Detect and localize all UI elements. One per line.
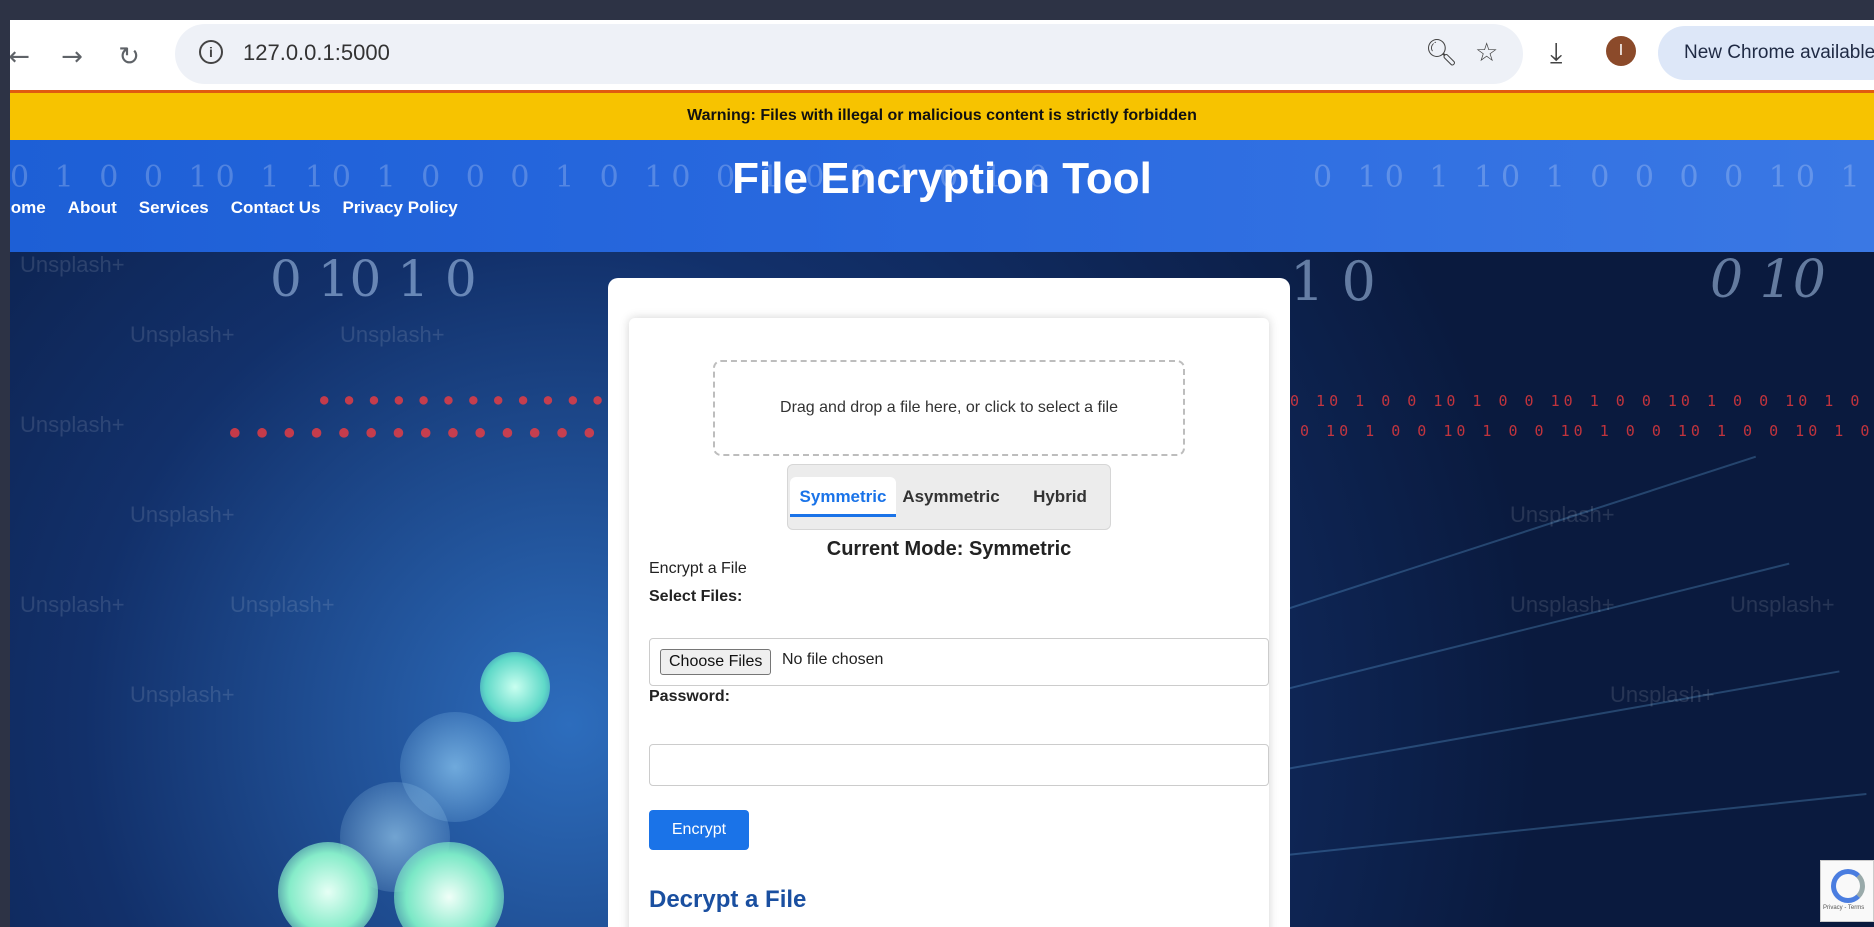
watermark: Unsplash+ <box>230 592 335 617</box>
watermark: Unsplash+ <box>1510 502 1615 527</box>
form-card: Drag and drop a file here, or click to s… <box>608 278 1290 927</box>
nav-contact[interactable]: Contact Us <box>231 198 321 218</box>
watermark: Unsplash+ <box>20 412 125 437</box>
bokeh-light <box>480 652 550 722</box>
select-files-label: Select Files: <box>649 588 743 605</box>
profile-avatar[interactable]: I <box>1606 36 1636 66</box>
recaptcha-text: Privacy - Terms <box>1823 905 1865 911</box>
password-label: Password: <box>649 688 730 705</box>
nav-home[interactable]: lome <box>10 198 46 218</box>
site-info-icon[interactable]: i <box>199 40 223 64</box>
watermark: Unsplash+ <box>1730 592 1835 617</box>
mode-selector: Symmetric Asymmetric Hybrid <box>787 464 1111 530</box>
watermark: Unsplash+ <box>1510 592 1615 617</box>
reload-icon[interactable]: ↻ <box>114 42 144 72</box>
main-nav: lome About Services Contact Us Privacy P… <box>10 198 458 218</box>
watermark: Unsplash+ <box>20 592 125 617</box>
recaptcha-badge[interactable]: Privacy - Terms <box>1820 860 1874 922</box>
tab-symmetric[interactable]: Symmetric <box>790 477 896 517</box>
zoom-icon[interactable]: 🔍︎ <box>1425 38 1458 68</box>
watermark: Unsplash+ <box>1610 682 1715 707</box>
red-binary-dots: 0 10 1 0 0 10 1 0 0 10 1 0 0 10 1 0 0 10… <box>1300 422 1874 440</box>
browser-window: ← → ↻ i 127.0.0.1:5000 🔍︎ ☆ ⤓ I New Chro… <box>10 20 1874 927</box>
nav-privacy[interactable]: Privacy Policy <box>342 198 457 218</box>
encrypt-button[interactable]: Encrypt <box>649 810 749 850</box>
tab-hybrid[interactable]: Hybrid <box>1012 477 1108 517</box>
file-input[interactable]: Choose Files No file chosen <box>649 638 1269 686</box>
browser-toolbar: ← → ↻ i 127.0.0.1:5000 🔍︎ ☆ ⤓ I New Chro… <box>10 20 1874 90</box>
watermark: Unsplash+ <box>130 682 235 707</box>
binary-decoration: 0 10 1 0 <box>270 252 477 308</box>
watermark: Unsplash+ <box>130 502 235 527</box>
watermark: Unsplash+ <box>340 322 445 347</box>
choose-files-button[interactable]: Choose Files <box>660 649 772 675</box>
warning-banner: Warning: Files with illegal or malicious… <box>10 90 1874 140</box>
url-text[interactable]: 127.0.0.1:5000 <box>243 40 390 66</box>
forward-arrow-icon[interactable]: → <box>57 42 87 72</box>
watermark: Unsplash+ <box>130 322 235 347</box>
back-arrow-icon[interactable]: ← <box>10 42 34 72</box>
circuit-line <box>1209 793 1867 864</box>
decrypt-section-heading: Decrypt a File <box>649 886 807 913</box>
download-icon[interactable]: ⤓ <box>1550 36 1562 70</box>
tab-asymmetric[interactable]: Asymmetric <box>896 477 1006 517</box>
red-binary-dots: 0 10 1 0 0 10 1 0 0 10 1 0 0 10 1 0 0 10… <box>1290 392 1864 410</box>
address-bar[interactable]: i 127.0.0.1:5000 🔍︎ ☆ <box>175 24 1523 84</box>
nav-services[interactable]: Services <box>139 198 209 218</box>
file-status-text: No file chosen <box>782 651 884 668</box>
chrome-update-button[interactable]: New Chrome available <box>1658 26 1874 80</box>
bookmark-star-icon[interactable]: ☆ <box>1475 38 1498 68</box>
page-title: File Encryption Tool <box>732 154 1152 203</box>
watermark: Unsplash+ <box>20 252 125 277</box>
recaptcha-icon <box>1831 869 1865 903</box>
current-mode-label: Current Mode: Symmetric <box>826 538 1072 560</box>
binary-decoration: 1 0 <box>1290 252 1376 313</box>
form-panel: Drag and drop a file here, or click to s… <box>629 318 1269 927</box>
encrypt-section-heading: Encrypt a File <box>649 560 747 577</box>
binary-decoration: 0 10 <box>1710 252 1826 310</box>
password-input[interactable] <box>649 744 1269 786</box>
file-dropzone[interactable]: Drag and drop a file here, or click to s… <box>713 360 1185 456</box>
site-header: 0 1 0 0 10 1 10 1 0 0 0 1 0 10 0 1 0 0 1… <box>10 140 1874 252</box>
nav-about[interactable]: About <box>68 198 117 218</box>
